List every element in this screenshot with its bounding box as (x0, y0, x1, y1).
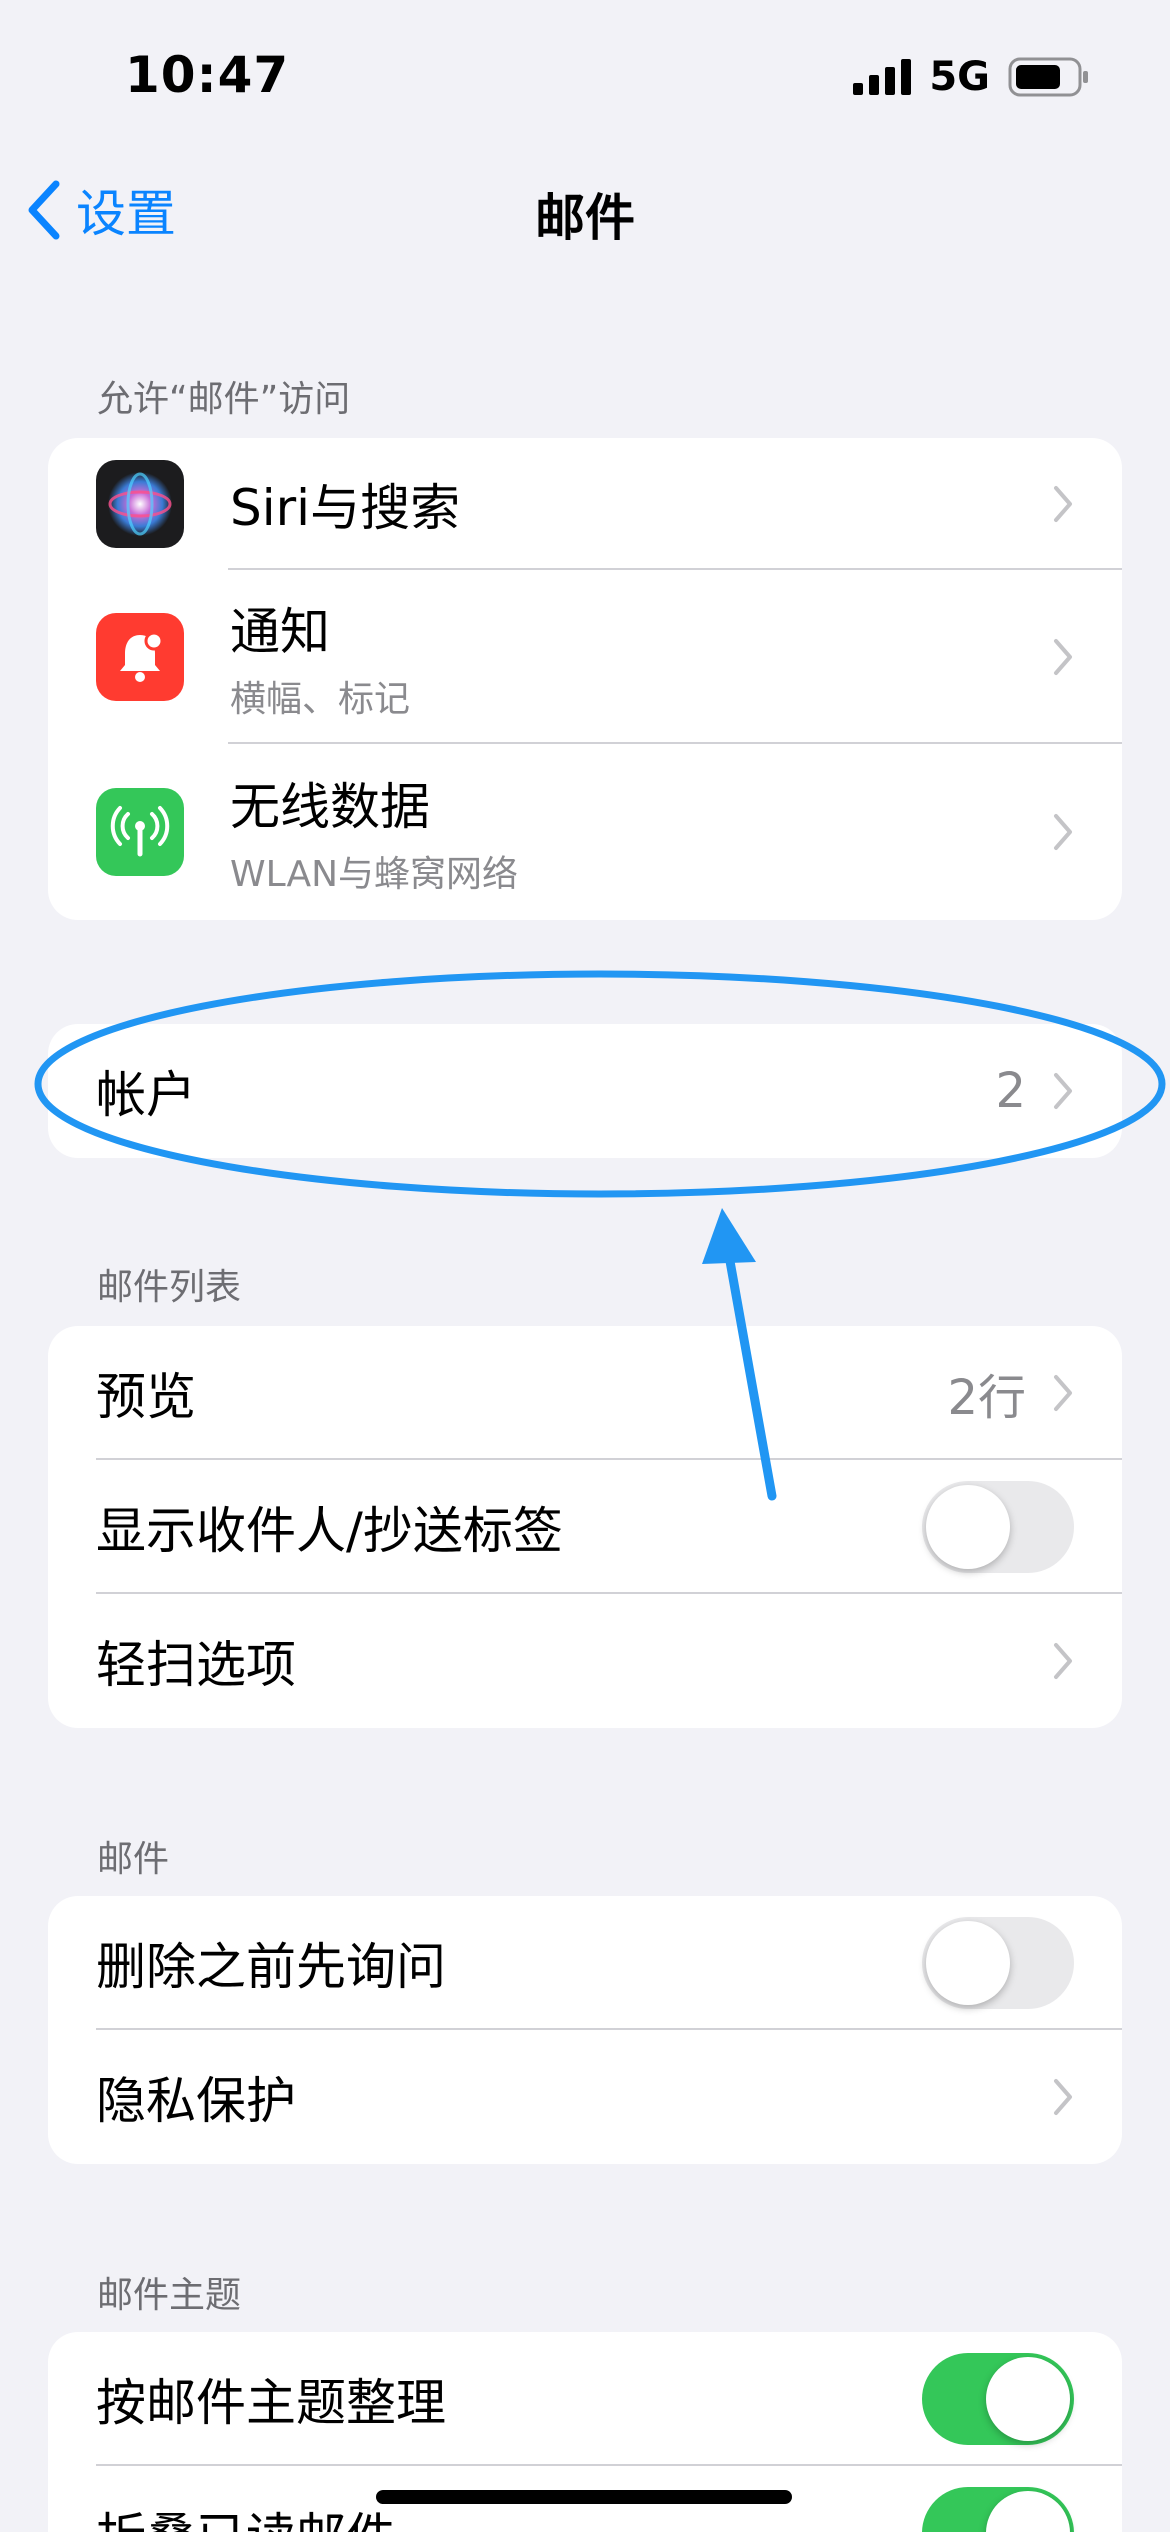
cellular-signal-icon (853, 59, 912, 95)
status-bar: 10:47 5G (0, 0, 1170, 150)
home-indicator (376, 2490, 792, 2504)
accounts-group: 帐户 2 (48, 1024, 1122, 1158)
privacy-protection-row[interactable]: 隐私保护 (48, 2030, 1122, 2164)
chevron-right-icon (1054, 1643, 1072, 1679)
collapse-read-label: 折叠已读邮件 (96, 2497, 396, 2532)
chevron-right-icon (1054, 639, 1072, 675)
network-type: 5G (929, 54, 990, 100)
bell-icon (96, 613, 184, 701)
siri-search-row[interactable]: Siri与搜索 (48, 438, 1122, 570)
status-time: 10:47 (125, 46, 290, 104)
navigation-bar: 设置 邮件 (0, 160, 1170, 260)
preview-row[interactable]: 预览 2行 (48, 1326, 1122, 1460)
organize-by-thread-label: 按邮件主题整理 (96, 2374, 446, 2432)
chevron-right-icon (1054, 486, 1072, 522)
page-title: 邮件 (535, 189, 635, 247)
status-indicators: 5G (853, 52, 1090, 102)
antenna-icon (96, 788, 184, 876)
wireless-data-subtitle: WLAN与蜂窝网络 (230, 854, 519, 895)
ask-before-delete-label: 删除之前先询问 (96, 1938, 446, 1996)
preview-value: 2行 (947, 1370, 1026, 1426)
swipe-options-row[interactable]: 轻扫选项 (48, 1594, 1122, 1728)
allow-access-group: Siri与搜索 通知 横幅、标记 无线数据 WLAN与蜂窝网络 (48, 438, 1122, 920)
chevron-right-icon (1054, 1073, 1072, 1109)
show-to-cc-toggle[interactable] (922, 1481, 1074, 1573)
ask-before-delete-row: 删除之前先询问 (48, 1896, 1122, 2030)
swipe-options-label: 轻扫选项 (96, 1636, 296, 1694)
wireless-data-label: 无线数据 (230, 778, 430, 836)
privacy-protection-label: 隐私保护 (96, 2072, 296, 2130)
battery-icon (1008, 57, 1088, 97)
section-header-mail: 邮件 (97, 1839, 170, 1880)
ask-before-delete-toggle[interactable] (922, 1917, 1074, 2009)
collapse-read-toggle[interactable] (922, 2487, 1074, 2532)
notifications-row[interactable]: 通知 横幅、标记 (48, 570, 1122, 744)
notifications-subtitle: 横幅、标记 (230, 679, 411, 720)
preview-label: 预览 (96, 1368, 196, 1426)
accounts-label: 帐户 (96, 1066, 196, 1124)
notifications-label: 通知 (230, 603, 330, 661)
section-header-mail-list: 邮件列表 (97, 1267, 242, 1308)
show-to-cc-label: 显示收件人/抄送标签 (96, 1502, 563, 1560)
mail-group: 删除之前先询问 隐私保护 (48, 1896, 1122, 2164)
siri-search-label: Siri与搜索 (230, 479, 461, 537)
accounts-row[interactable]: 帐户 2 (48, 1024, 1122, 1158)
mail-list-group: 预览 2行 显示收件人/抄送标签 轻扫选项 (48, 1326, 1122, 1728)
chevron-right-icon (1054, 1375, 1072, 1411)
accounts-count: 2 (995, 1063, 1026, 1119)
show-to-cc-row: 显示收件人/抄送标签 (48, 1460, 1122, 1594)
section-header-threading: 邮件主题 (97, 2275, 242, 2316)
organize-by-thread-row: 按邮件主题整理 (48, 2332, 1122, 2466)
section-header-allow-access: 允许“邮件”访问 (97, 379, 351, 420)
siri-icon (96, 460, 184, 548)
chevron-right-icon (1054, 814, 1072, 850)
wireless-data-row[interactable]: 无线数据 WLAN与蜂窝网络 (48, 744, 1122, 920)
chevron-right-icon (1054, 2079, 1072, 2115)
organize-by-thread-toggle[interactable] (922, 2353, 1074, 2445)
